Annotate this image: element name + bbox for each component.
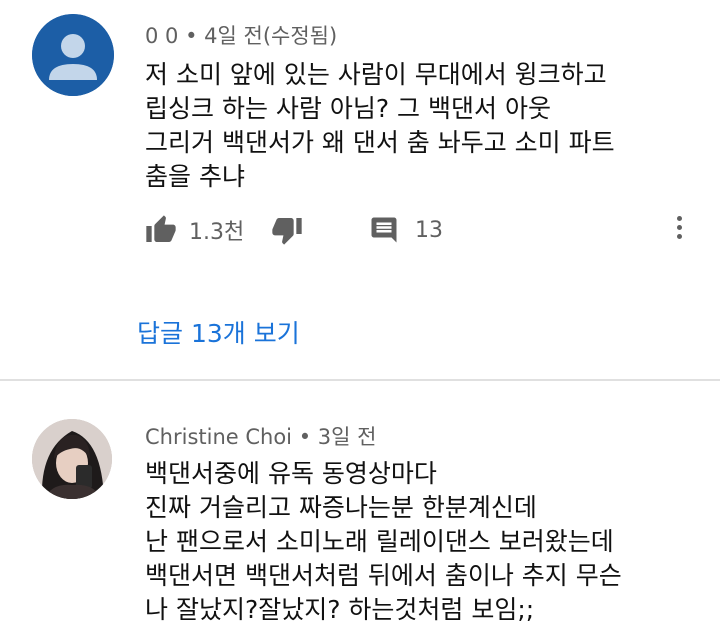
comment-1: 0 0 • 4일 전(수정됨) 저 소미 앞에 있는 사람이 무대에서 윙크하고… [0,0,720,380]
like-button[interactable]: 1.3천 [145,210,244,250]
comment-line: 립싱크 하는 사람 아님? 그 백댄서 아웃 [145,94,551,123]
reply-button[interactable]: 13 [369,210,443,250]
like-count: 1.3천 [189,220,245,245]
author-name[interactable]: 0 0 [145,24,178,48]
default-avatar-icon [32,14,114,96]
avatar[interactable] [32,419,112,499]
comment-actions: 1.3천 13 [145,210,705,250]
user-photo-icon [32,419,112,499]
comment-time: 3일 전 [317,425,377,449]
comment-line: 백댄서면 백댄서처럼 뒤에서 춤이나 추지 무슨 [145,561,622,590]
view-replies-link[interactable]: 답글 13개 보기 [137,314,300,350]
thumbs-down-icon [272,218,302,245]
meta-separator: • [298,425,312,449]
comment-line: 나 잘났지?잘났지? 하는것처럼 보임;; [145,595,535,624]
comment-line: 저 소미 앞에 있는 사람이 무대에서 윙크하고 [145,60,607,89]
comment-2: Christine Choi • 3일 전 백댄서중에 유독 동영상마다 진짜 … [0,381,720,644]
comment-meta: Christine Choi • 3일 전 [145,421,376,451]
more-vert-icon[interactable] [675,216,683,244]
comment-line: 그리거 백댄서가 왜 댄서 춤 놔두고 소미 파트 [145,128,615,157]
dislike-button[interactable] [271,210,303,250]
meta-separator: • [185,24,198,48]
comment-meta: 0 0 • 4일 전(수정됨) [145,20,337,50]
comment-line: 춤을 추냐 [145,162,245,191]
avatar[interactable] [32,14,114,96]
comment-line: 난 팬으로서 소미노래 릴레이댄스 보러왔는데 [145,527,614,556]
author-name[interactable]: Christine Choi [145,425,292,449]
comment-line: 백댄서중에 유독 동영상마다 [145,459,437,488]
comment-text: 백댄서중에 유독 동영상마다 진짜 거슬리고 짜증나는분 한분계신데 난 팬으로… [145,457,622,627]
thumbs-up-icon [146,215,176,242]
reply-comment-icon [371,217,397,243]
reply-count: 13 [415,217,443,243]
comment-time: 4일 전(수정됨) [204,24,338,48]
comment-line: 진짜 거슬리고 짜증나는분 한분계신데 [145,493,537,522]
comment-text: 저 소미 앞에 있는 사람이 무대에서 윙크하고 립싱크 하는 사람 아님? 그… [145,58,615,194]
